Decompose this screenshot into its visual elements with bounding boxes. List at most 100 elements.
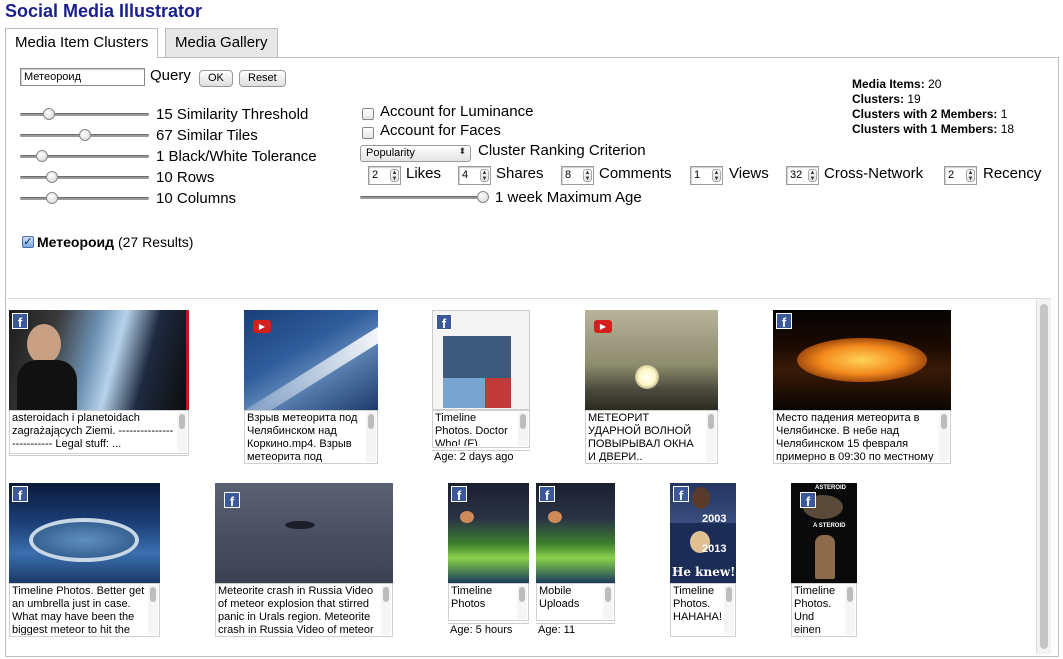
rows-label: 10 Rows [156,169,215,186]
cluster-checkbox[interactable]: ✓ [22,236,34,248]
similarity-threshold-label: 15 Similarity Threshold [156,106,309,123]
cluster-heading: Метеороид (27 Results) [37,234,193,250]
shares-weight-label: Shares [496,165,544,182]
ranking-criterion-label: Cluster Ranking Criterion [478,142,646,159]
ranking-select-value: Popularity [366,147,415,159]
comments-weight-input[interactable]: 8 ▲ ▼ [561,166,594,185]
youtube-icon: ▶ [594,320,612,333]
media-caption: Место падения метеорита в Челябинске. В … [773,410,951,464]
media-thumbnail[interactable]: f [432,310,530,410]
media-age: Age: 11 [536,623,615,638]
caption-scrollbar[interactable] [148,585,158,635]
shares-weight-input[interactable]: 4 ▲ ▼ [458,166,491,185]
cluster-stats: Media Items: 20 Clusters: 19 Clusters wi… [852,77,1015,136]
bw-tolerance-label: 1 Black/White Tolerance [156,148,317,165]
stepper-icon[interactable]: ▲ ▼ [808,169,817,182]
media-thumbnail[interactable]: f [536,483,615,583]
caption-scrollbar[interactable] [724,585,734,635]
similarity-threshold-slider[interactable] [20,108,149,120]
columns-slider[interactable] [20,192,149,204]
ranking-criterion-select[interactable]: Popularity ⬍ [360,145,471,162]
stepper-icon[interactable]: ▲ ▼ [583,169,592,182]
facebook-icon: f [800,492,816,509]
faces-label: Account for Faces [380,122,501,139]
caption-scrollbar[interactable] [518,412,528,446]
image-caption-he-knew: He knew! [672,565,736,579]
media-thumbnail[interactable]: f [448,483,529,583]
image-caption-2003: 2003 [702,513,727,525]
caption-scrollbar[interactable] [939,412,949,462]
media-age: Age: 5 hours [448,623,529,638]
media-caption: Meteorite crash in Russia Video of meteo… [215,583,393,637]
columns-label: 10 Columns [156,190,237,207]
tab-media-gallery[interactable]: Media Gallery [165,28,278,57]
views-weight-label: Views [729,165,769,182]
luminance-checkbox[interactable] [362,108,374,120]
views-weight-input[interactable]: 1 ▲ ▼ [690,166,723,185]
cluster-results: (27 Results) [117,234,194,250]
caption-scrollbar[interactable] [706,412,716,462]
luminance-label: Account for Luminance [380,103,534,120]
media-thumbnail[interactable]: 2003 2013 He knew! f [670,483,736,583]
query-label: Query [150,67,191,84]
media-thumbnail[interactable]: ▶ [585,310,718,410]
stepper-icon[interactable]: ▲ ▼ [480,169,489,182]
caption-scrollbar[interactable] [177,412,187,452]
likes-weight-input[interactable]: 2 ▲ ▼ [368,166,401,185]
facebook-icon: f [12,313,28,330]
facebook-icon: f [451,486,467,503]
media-caption: Timeline Photos. Doctor Who! (F) [432,410,530,448]
caption-scrollbar[interactable] [845,585,855,635]
media-thumbnail[interactable]: ▶ [244,310,378,410]
comments-weight-label: Comments [599,165,672,182]
facebook-icon: f [539,486,555,503]
media-thumbnail[interactable]: ASTEROID A STEROID f [791,483,857,583]
tab-media-item-clusters[interactable]: Media Item Clusters [5,28,159,58]
media-thumbnail[interactable]: f [9,483,160,583]
facebook-icon: f [224,492,240,509]
media-caption: Timeline Photos. Better get an umbrella … [9,583,160,637]
image-caption-a-steroid: A STEROID [813,523,846,529]
facebook-icon: f [12,486,28,503]
caption-scrollbar[interactable] [381,585,391,635]
media-thumbnail[interactable]: f [9,310,189,410]
rows-slider[interactable] [20,171,149,183]
media-caption: asteroidach i planetoidach zagrażających… [9,410,189,454]
image-caption-2013: 2013 [702,543,727,555]
facebook-icon: f [673,486,689,503]
caption-scrollbar[interactable] [603,585,613,619]
faces-checkbox[interactable] [362,127,374,139]
media-caption: Timeline Photos. HAHAHA! [670,583,736,637]
media-caption: МЕТЕОРИТ УДАРНОЙ ВОЛНОЙ ПОВЫРЫВАЛ ОКНА И… [585,410,718,464]
facebook-icon: f [436,314,452,331]
cross-network-weight-label: Cross-Network [824,165,924,182]
reset-button[interactable]: Reset [239,70,286,87]
similar-tiles-label: 67 Similar Tiles [156,127,258,144]
similar-tiles-slider[interactable] [20,129,149,141]
media-age: Age: 2 days ago [432,450,530,465]
facebook-icon: f [776,313,792,330]
media-caption: Timeline Photos [448,583,529,621]
media-thumbnail[interactable]: f [773,310,951,410]
likes-weight-label: Likes [406,165,442,182]
image-caption-asteroid: ASTEROID [815,485,847,491]
stepper-icon[interactable]: ▲ ▼ [390,169,399,182]
max-age-slider[interactable] [360,191,489,203]
stepper-icon[interactable]: ▲ ▼ [712,169,721,182]
bw-tolerance-slider[interactable] [20,150,149,162]
recency-weight-input[interactable]: 2 ▲ ▼ [944,166,977,185]
youtube-icon: ▶ [253,320,271,333]
app-title: Social Media Illustrator [5,1,203,21]
cross-network-weight-input[interactable]: 32 ▲ ▼ [786,166,819,185]
select-arrows-icon: ⬍ [458,146,466,156]
media-caption: Mobile Uploads [536,583,615,621]
recency-weight-label: Recency [983,165,1042,182]
caption-scrollbar[interactable] [366,412,376,462]
gallery-scrollbar[interactable] [1036,299,1051,654]
ok-button[interactable]: OK [199,70,233,87]
stepper-icon[interactable]: ▲ ▼ [966,169,975,182]
media-thumbnail[interactable]: f [215,483,393,583]
query-input[interactable] [20,68,145,86]
cluster-name: Метеороид [37,234,115,250]
caption-scrollbar[interactable] [517,585,527,619]
